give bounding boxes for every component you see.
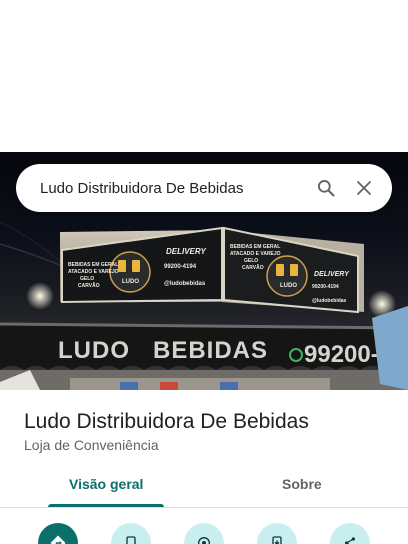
place-info-panel: Ludo Distribuidora De Bebidas Loja de Co… — [0, 390, 408, 544]
send-to-phone-button[interactable] — [257, 523, 297, 544]
sign-right-logo: LUDO — [280, 283, 297, 289]
directions-button[interactable] — [38, 523, 78, 544]
sign-right-line-3: GELO — [244, 258, 258, 264]
directions-icon — [50, 535, 66, 544]
send-to-phone-icon — [272, 536, 282, 544]
sign-left-line-2: ATACADO E VAREJO — [68, 269, 119, 275]
sign-left-delivery: DELIVERY — [166, 247, 207, 256]
sign-left-line-1: BEBIDAS EM GERAL — [68, 262, 118, 268]
close-icon[interactable] — [352, 176, 376, 200]
tab-bar: Visão geral Sobre — [0, 470, 408, 508]
sign-right-delivery: DELIVERY — [314, 271, 350, 278]
share-icon — [345, 537, 355, 544]
share-button[interactable] — [330, 523, 370, 544]
nearby-button[interactable] — [184, 523, 224, 544]
tab-overview[interactable]: Visão geral — [69, 476, 143, 492]
action-row — [0, 520, 408, 544]
nearby-icon — [198, 537, 210, 544]
awning-text: LUDO BEBIDAS — [58, 337, 268, 364]
tab-about[interactable]: Sobre — [282, 476, 322, 492]
active-tab-indicator — [48, 504, 164, 507]
search-icon[interactable] — [314, 176, 338, 200]
sign-left-line-3: GELO — [80, 276, 94, 282]
sign-right-phone: 99200-4194 — [312, 284, 339, 290]
map-area[interactable] — [0, 0, 408, 152]
sign-left-phone: 99200-4194 — [164, 264, 197, 270]
sign-left-line-4: CARVÃO — [78, 282, 100, 289]
place-category: Loja de Conveniência — [24, 437, 159, 453]
sign-right-line-2: ATACADO E VAREJO — [230, 251, 281, 257]
call-button[interactable] — [111, 523, 151, 544]
phone-icon — [126, 536, 136, 544]
place-page: BEBIDAS EM GERAL ATACADO E VAREJO GELO C… — [0, 0, 408, 544]
sign-right-line-4: CARVÃO — [242, 264, 264, 271]
sign-left-logo: LUDO — [122, 279, 139, 285]
search-query[interactable]: Ludo Distribuidora De Bebidas — [40, 180, 300, 197]
sign-right-instagram: @ludobebidas — [312, 298, 347, 304]
sign-left-instagram: @ludobebidas — [164, 281, 206, 287]
place-name: Ludo Distribuidora De Bebidas — [24, 410, 309, 433]
search-bar[interactable]: Ludo Distribuidora De Bebidas — [16, 164, 392, 212]
sign-right-line-1: BEBIDAS EM GERAL — [230, 244, 280, 250]
